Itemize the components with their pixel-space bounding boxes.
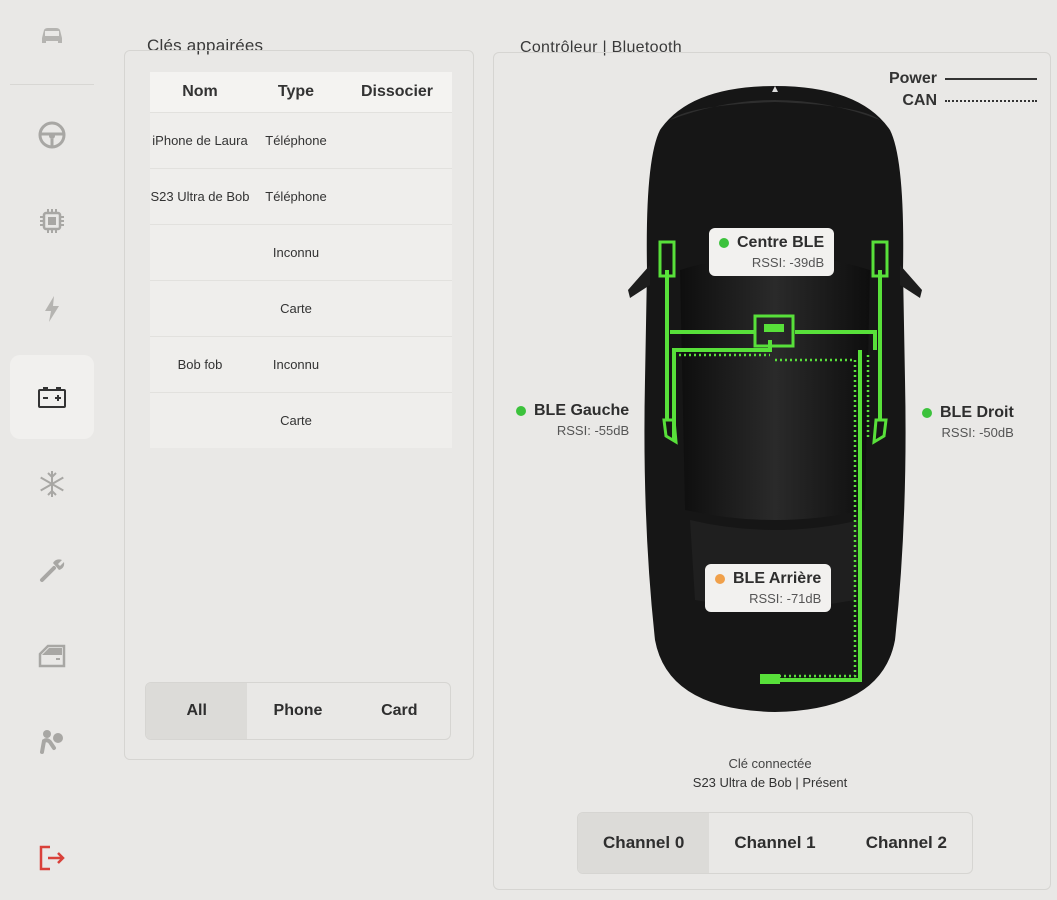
sidebar-item-climate[interactable] (10, 442, 94, 526)
keys-table: Nom Type Dissocier iPhone de Laura Télép… (150, 72, 452, 448)
key-type: Carte (280, 300, 312, 316)
steering-wheel-icon (38, 121, 66, 149)
chip-icon (40, 209, 64, 233)
header-name: Nom (182, 83, 218, 100)
table-row[interactable]: S23 Ultra de Bob Téléphone (150, 168, 452, 224)
sidebar-item-chip[interactable] (10, 179, 94, 263)
key-type: Inconnu (272, 356, 320, 372)
legend-can-line (945, 100, 1037, 102)
status-dot (516, 406, 526, 416)
header-type: Type (277, 83, 315, 100)
header-dissociate: Dissocier (360, 83, 434, 100)
sidebar-item-steering[interactable] (10, 93, 94, 177)
car-icon (42, 28, 62, 43)
ble-right-rssi: RSSI: -50dB (941, 425, 1014, 440)
battery-icon (38, 387, 66, 408)
sidebar-item-battery[interactable] (10, 355, 94, 439)
lightning-icon (45, 296, 59, 322)
table-row[interactable]: iPhone de Laura Téléphone (150, 112, 452, 168)
snowflake-icon (40, 471, 64, 497)
sidebar-item-logout[interactable] (10, 816, 94, 900)
ble-left-name: BLE Gauche (534, 402, 630, 419)
legend-power-line (945, 78, 1037, 80)
channel-0-button[interactable]: Channel 0 (578, 813, 710, 873)
connected-key-value: S23 Ultra de Bob | Présent (692, 775, 848, 790)
status-dot (922, 408, 932, 418)
key-name: iPhone de Laura (152, 132, 248, 148)
filter-card-button[interactable]: Card (349, 683, 450, 739)
table-row[interactable]: Inconnu (150, 224, 452, 280)
ble-center-card: Centre BLE RSSI: -39dB (709, 228, 835, 276)
table-row[interactable]: Carte (150, 280, 452, 336)
filter-all-button[interactable]: All (146, 683, 248, 739)
sidebar-item-doors[interactable] (10, 614, 94, 698)
connected-key-label: Clé connectée (728, 756, 812, 771)
ble-right-card: BLE Droit RSSI: -50dB (912, 398, 1024, 446)
key-filter-bar: All Phone Card (145, 682, 451, 740)
keys-table-header: Nom Type Dissocier (150, 72, 452, 112)
ble-left-card: BLE Gauche RSSI: -55dB (506, 396, 639, 444)
key-type: Téléphone (265, 188, 327, 204)
sidebar-item-car[interactable] (10, 0, 94, 76)
car-roof (680, 255, 870, 520)
rear-ble-module (760, 674, 780, 684)
sidebar (0, 0, 100, 900)
connected-key-info: Clé connectée S23 Ultra de Bob | Présent (640, 756, 900, 790)
ble-rear-name: BLE Arrière (733, 570, 822, 587)
door-icon (38, 644, 66, 668)
sidebar-divider (10, 84, 94, 85)
ble-left-rssi: RSSI: -55dB (556, 423, 630, 438)
ble-rear-rssi: RSSI: -71dB (749, 591, 822, 606)
channel-selector: Channel 0 Channel 1 Channel 2 (577, 812, 973, 874)
logout-icon (39, 845, 65, 871)
key-name: Bob fob (177, 356, 223, 372)
ble-right-name: BLE Droit (940, 404, 1014, 421)
sidebar-item-power[interactable] (10, 267, 94, 351)
filter-phone-button[interactable]: Phone (247, 683, 348, 739)
sidebar-item-airbag[interactable] (10, 700, 94, 784)
car-diagram (628, 86, 922, 712)
key-type: Carte (280, 412, 312, 428)
key-name: S23 Ultra de Bob (150, 188, 250, 204)
ble-center-name: Centre BLE (737, 234, 825, 251)
table-row[interactable]: Bob fob Inconnu (150, 336, 452, 392)
table-row[interactable]: Carte (150, 392, 452, 448)
status-dot (715, 574, 725, 584)
status-dot (719, 238, 729, 248)
channel-1-button[interactable]: Channel 1 (709, 813, 840, 873)
key-type: Téléphone (265, 132, 327, 148)
ble-rear-card: BLE Arrière RSSI: -71dB (705, 564, 832, 612)
ble-center-rssi: RSSI: -39dB (751, 255, 825, 270)
airbag-icon (40, 730, 63, 754)
wrench-icon (40, 559, 65, 582)
channel-2-button[interactable]: Channel 2 (841, 813, 972, 873)
key-type: Inconnu (272, 244, 320, 260)
sidebar-item-service[interactable] (10, 528, 94, 612)
